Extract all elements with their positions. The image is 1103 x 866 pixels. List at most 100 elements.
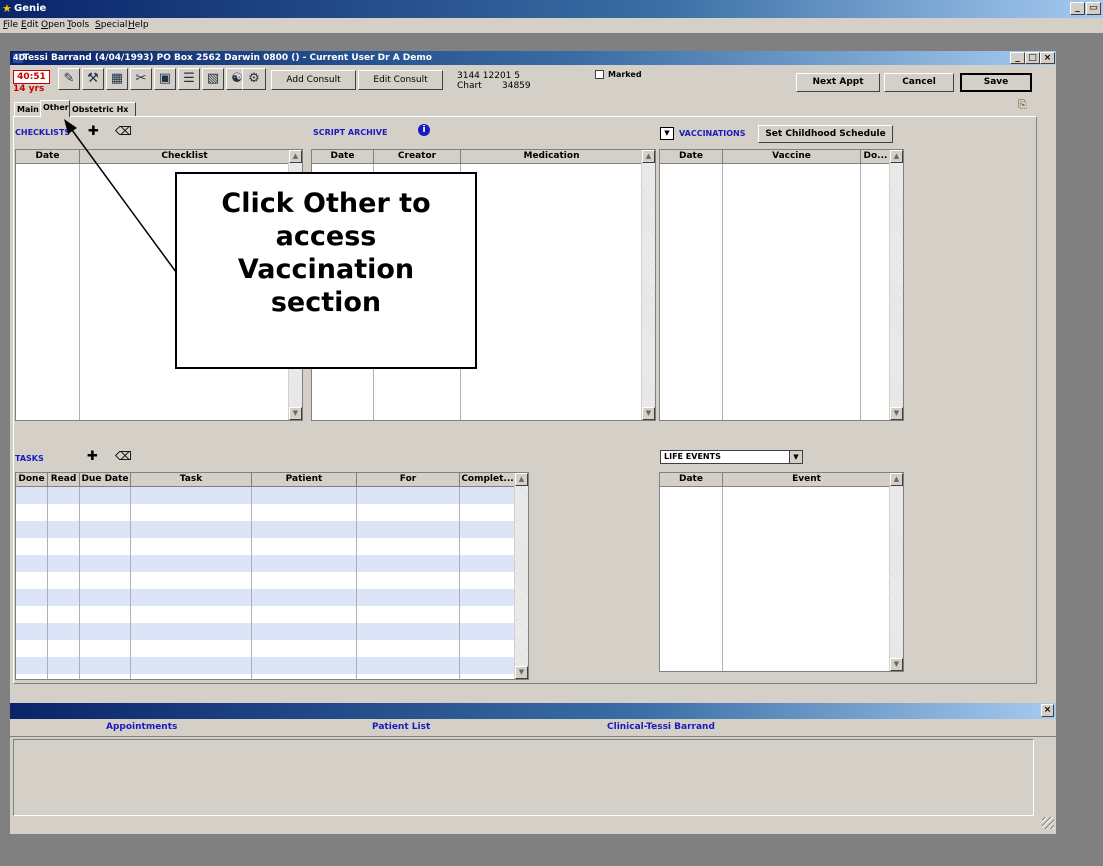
column-header-date[interactable]: Date	[660, 150, 723, 164]
scroll-down-icon[interactable]: ▼	[642, 407, 655, 420]
chevron-down-icon[interactable]: ▼	[789, 451, 802, 463]
cancel-button[interactable]: Cancel	[884, 73, 954, 92]
table-row[interactable]	[16, 657, 516, 674]
tab-other[interactable]: Other	[40, 100, 70, 117]
report-icon[interactable]: ▧	[202, 68, 224, 90]
table-row[interactable]	[16, 538, 516, 555]
column-header-medication[interactable]: Medication	[461, 150, 643, 164]
minimize-window-button[interactable]: _	[1010, 52, 1025, 64]
add-consult-button[interactable]: Add Consult	[271, 70, 356, 90]
scroll-up-icon[interactable]: ▲	[890, 473, 903, 486]
marked-checkbox[interactable]	[595, 70, 604, 79]
column-header-checklist[interactable]: Checklist	[80, 150, 290, 164]
vaccinations-dropdown-icon[interactable]: ▼	[660, 127, 674, 140]
column-header-creator[interactable]: Creator	[374, 150, 461, 164]
scroll-down-icon[interactable]: ▼	[289, 407, 302, 420]
add-task-icon[interactable]: ✚	[87, 449, 98, 464]
column-header-completed[interactable]: Complet...	[460, 473, 516, 487]
calendar-icon[interactable]: ▣	[154, 68, 176, 90]
pencil-icon[interactable]: ✎	[58, 68, 80, 90]
tab-obstetric-hx[interactable]: Obstetric Hx	[69, 102, 136, 117]
nav-patient-list[interactable]: Patient List	[372, 722, 430, 732]
trash-checklist-icon[interactable]: ⌫	[115, 124, 132, 138]
edit-consult-button[interactable]: Edit Consult	[358, 70, 443, 90]
tab-main[interactable]: Main	[14, 102, 41, 117]
scroll-up-icon[interactable]: ▲	[515, 473, 528, 486]
menu-tools[interactable]: Tools	[67, 20, 89, 30]
scissors-icon[interactable]: ✂	[130, 68, 152, 90]
scroll-down-icon[interactable]: ▼	[890, 658, 903, 671]
menu-special[interactable]: Special	[95, 20, 127, 30]
life-events-scrollbar[interactable]: ▲ ▼	[889, 473, 903, 671]
patient-age: 14 yrs	[13, 84, 45, 94]
column-header-due-date[interactable]: Due Date	[80, 473, 131, 487]
scroll-up-icon[interactable]: ▲	[289, 150, 302, 163]
menu-file[interactable]: File	[3, 20, 18, 30]
resize-grip-icon[interactable]	[1042, 817, 1054, 829]
minimize-app-button[interactable]: _	[1070, 2, 1085, 15]
next-appt-button[interactable]: Next Appt	[796, 73, 880, 92]
column-header-read[interactable]: Read	[48, 473, 80, 487]
app-title: Genie	[14, 3, 47, 14]
menu-edit[interactable]: Edit	[21, 20, 38, 30]
scroll-up-icon[interactable]: ▲	[642, 150, 655, 163]
vaccinations-scrollbar[interactable]: ▲ ▼	[889, 150, 903, 420]
close-navigator-button[interactable]: ×	[1041, 704, 1054, 717]
callout-line: section	[270, 287, 382, 318]
notebook-icon[interactable]: ▦	[106, 68, 128, 90]
life-events-grid[interactable]: Date Event ▲ ▼	[659, 472, 904, 672]
scroll-down-icon[interactable]: ▼	[890, 407, 903, 420]
tasks-scrollbar[interactable]: ▲ ▼	[514, 473, 528, 679]
vaccinations-grid[interactable]: Date Vaccine Do... ▲ ▼	[659, 149, 904, 421]
close-window-button[interactable]: ×	[1040, 52, 1055, 64]
column-header-date[interactable]: Date	[312, 150, 374, 164]
column-header-patient[interactable]: Patient	[252, 473, 357, 487]
save-button[interactable]: Save	[960, 73, 1032, 92]
table-row[interactable]	[16, 504, 516, 521]
menu-open[interactable]: Open	[41, 20, 65, 30]
add-checklist-icon[interactable]: ✚	[88, 124, 99, 139]
table-row[interactable]	[16, 640, 516, 657]
navigator-title-bar	[10, 703, 1056, 719]
set-childhood-schedule-button[interactable]: Set Childhood Schedule	[758, 125, 893, 143]
clinical-window-title: Tessi Barrand (4/04/1993) PO Box 2562 Da…	[10, 51, 1056, 65]
column-header-done[interactable]: Done	[16, 473, 48, 487]
column-header-date[interactable]: Date	[660, 473, 723, 487]
table-row[interactable]	[16, 487, 516, 504]
column-header-task[interactable]: Task	[131, 473, 252, 487]
marked-label: Marked	[608, 70, 642, 79]
table-row[interactable]	[16, 589, 516, 606]
life-events-select[interactable]: LIFE EVENTS ▼	[660, 450, 803, 464]
column-header-date[interactable]: Date	[16, 150, 80, 164]
column-header-for[interactable]: For	[357, 473, 460, 487]
patient-phone: 3144 12201 5	[457, 71, 520, 81]
column-header-vaccine[interactable]: Vaccine	[723, 150, 861, 164]
scroll-up-icon[interactable]: ▲	[890, 150, 903, 163]
print-icon[interactable]: ⎘	[1018, 99, 1030, 111]
document-icon[interactable]: ☰	[178, 68, 200, 90]
column-header-dose[interactable]: Do...	[861, 150, 891, 164]
table-row[interactable]	[16, 521, 516, 538]
tasks-grid[interactable]: Done Read Due Date Task Patient For Comp…	[15, 472, 529, 680]
table-row[interactable]	[16, 572, 516, 589]
menu-bar: File Edit Open Tools Special Help	[0, 18, 1103, 33]
trash-task-icon[interactable]: ⌫	[115, 449, 132, 463]
scroll-down-icon[interactable]: ▼	[515, 666, 528, 679]
script-archive-scrollbar[interactable]: ▲ ▼	[641, 150, 655, 420]
menu-help[interactable]: Help	[128, 20, 149, 30]
nav-clinical[interactable]: Clinical-Tessi Barrand	[607, 722, 715, 732]
nav-appointments[interactable]: Appointments	[106, 722, 177, 732]
tools-icon[interactable]: ⚙	[242, 68, 266, 90]
maximize-window-button[interactable]: □	[1025, 52, 1040, 64]
table-row[interactable]	[16, 555, 516, 572]
info-icon[interactable]: i	[418, 124, 430, 136]
tasks-heading: TASKS	[15, 454, 44, 463]
patient-details-icon[interactable]: ⚒	[82, 68, 104, 90]
table-row[interactable]	[16, 606, 516, 623]
table-row[interactable]	[16, 623, 516, 640]
restore-app-button[interactable]: ▭	[1086, 2, 1101, 15]
column-header-event[interactable]: Event	[723, 473, 891, 487]
consult-timer: 40:51	[13, 70, 50, 84]
genie-icon: ★	[2, 2, 12, 15]
checklists-heading: CHECKLISTS	[15, 128, 71, 137]
